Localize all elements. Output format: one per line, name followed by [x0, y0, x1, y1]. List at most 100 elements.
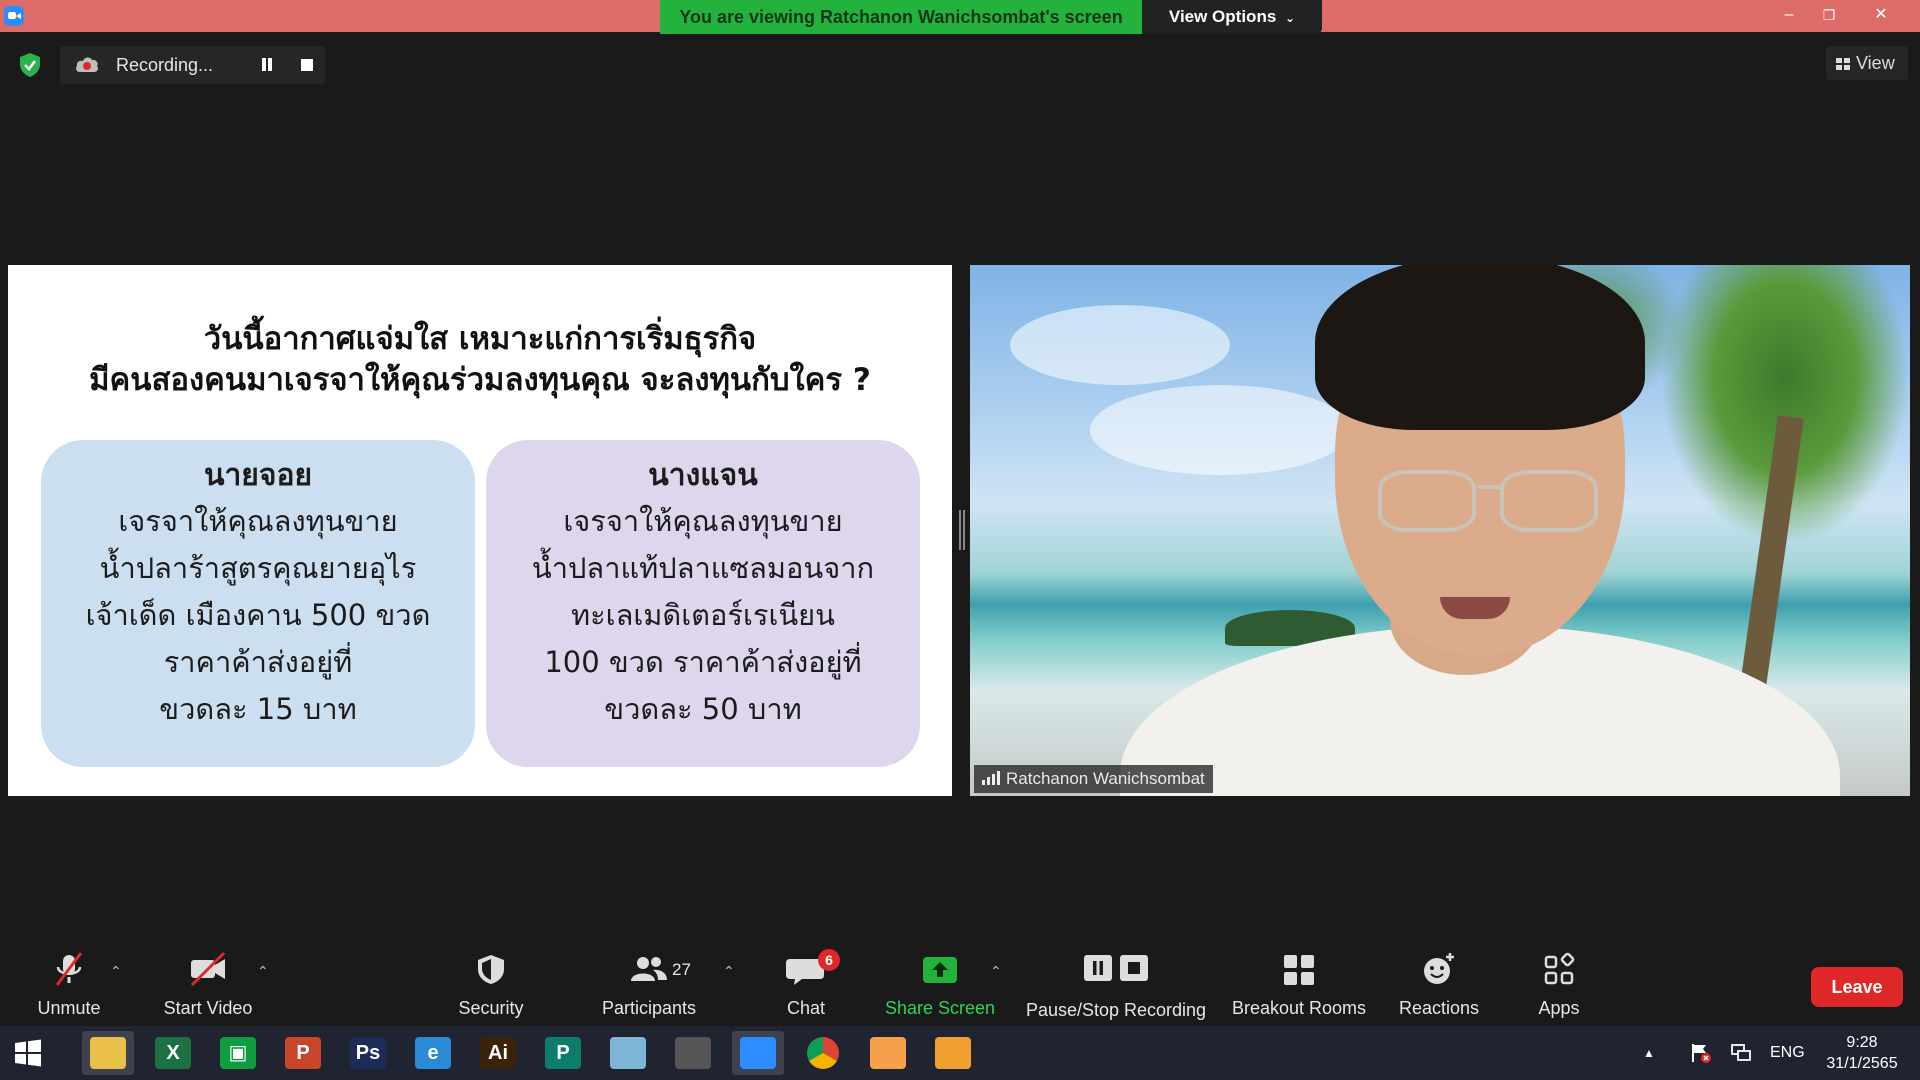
participants-label: Participants	[601, 998, 697, 1018]
participant-glasses	[1500, 470, 1598, 532]
cloud-recording-icon	[76, 57, 98, 72]
taskbar-app-powerpoint[interactable]: P	[277, 1031, 329, 1075]
taskbar-app-zoom[interactable]	[732, 1031, 784, 1075]
taskbar-app-presenter[interactable]	[862, 1031, 914, 1075]
view-label: View	[1856, 53, 1895, 73]
photoshop-icon: Ps	[350, 1037, 386, 1069]
security-shield-icon	[478, 955, 504, 984]
taskbar-app-excel[interactable]: X	[147, 1031, 199, 1075]
participant-name-tag: Ratchanon Wanichsombat	[974, 765, 1213, 793]
apps-button[interactable]: Apps	[1530, 945, 1588, 1026]
security-label: Security	[458, 998, 524, 1018]
participant-mouth	[1440, 597, 1510, 619]
pause-stop-recording-label: Pause/Stop Recording	[1025, 1000, 1207, 1020]
participant-video-tile[interactable]: Ratchanon Wanichsombat	[970, 265, 1910, 796]
card-left-body: เจรจาให้คุณลงทุนขาย น้ำปลาร้าสูตรคุณยายอ…	[41, 498, 475, 733]
card-right-line: ขวดละ 50 บาท	[604, 692, 802, 726]
share-options-caret[interactable]: ⌃	[990, 963, 1002, 979]
clock-date: 31/1/2565	[1826, 1055, 1898, 1072]
card-right-line: 100 ขวด ราคาค้าส่งอยู่ที่	[544, 645, 862, 679]
breakout-rooms-icon	[1284, 955, 1314, 985]
card-left-line: เจรจาให้คุณลงทุนขาย	[118, 504, 398, 538]
split-view-resize-handle[interactable]	[959, 510, 965, 550]
share-screen-label: Share Screen	[884, 998, 996, 1018]
viewing-screen-banner: You are viewing Ratchanon Wanichsombat's…	[660, 0, 1142, 34]
presenter-icon	[870, 1037, 906, 1069]
view-options-button[interactable]: View Options ⌄	[1142, 0, 1322, 34]
zoom-icon	[740, 1037, 776, 1069]
taskbar-app-hotocape[interactable]	[667, 1031, 719, 1075]
start-video-label: Start Video	[163, 998, 253, 1018]
input-language-indicator[interactable]: ENG	[1770, 1026, 1805, 1080]
unmute-button[interactable]: Unmute	[22, 945, 116, 1026]
audio-options-caret[interactable]: ⌃	[110, 963, 122, 979]
security-button[interactable]: Security	[446, 945, 536, 1026]
stop-recording-button[interactable]	[296, 54, 318, 76]
card-right-line: น้ำปลาแท้ปลาแซลมอนจาก	[531, 551, 875, 585]
card-left-name: นายจอย	[203, 458, 313, 493]
video-options-caret[interactable]: ⌃	[257, 963, 269, 979]
taskbar-app-notepad[interactable]	[602, 1031, 654, 1075]
taskbar-app-illustrator[interactable]: Ai	[472, 1031, 524, 1075]
chevron-down-icon: ⌄	[1285, 11, 1296, 25]
participant-hair	[1315, 265, 1645, 430]
taskbar-app-publisher[interactable]: P	[537, 1031, 589, 1075]
reactions-smiley-icon	[1424, 953, 1454, 984]
system-clock[interactable]: 9:28 31/1/2565	[1816, 1032, 1908, 1074]
card-right-body: เจรจาให้คุณลงทุนขาย น้ำปลาแท้ปลาแซลมอนจา…	[486, 498, 920, 733]
breakout-rooms-button[interactable]: Breakout Rooms	[1230, 945, 1368, 1026]
view-options-label: View Options	[1168, 7, 1277, 26]
pause-recording-button[interactable]	[256, 54, 278, 76]
card-right-line: ทะเลเมดิเตอร์เรเนียน	[570, 598, 836, 632]
encryption-shield-icon[interactable]	[18, 52, 42, 78]
unmute-label: Unmute	[37, 998, 101, 1018]
participants-button[interactable]: 27 Participants	[596, 945, 702, 1026]
store-icon: ▣	[220, 1037, 256, 1069]
excel-icon: X	[155, 1037, 191, 1069]
card-left-line: น้ำปลาร้าสูตรคุณยายอุไร	[99, 551, 417, 585]
taskbar-app-photoshop[interactable]: Ps	[342, 1031, 394, 1075]
option-card-right: นางแจน เจรจาให้คุณลงทุนขาย น้ำปลาแท้ปลาแ…	[486, 440, 920, 767]
video-off-icon	[190, 951, 226, 987]
restore-button[interactable]: ❐	[1806, 0, 1852, 32]
card-left-line: ขวดละ 15 บาท	[159, 692, 357, 726]
share-screen-icon	[923, 957, 957, 983]
network-icon[interactable]	[1729, 1042, 1753, 1064]
recording-indicator: Recording...	[60, 46, 325, 84]
chrome-icon	[807, 1037, 839, 1069]
hotocape-icon	[675, 1037, 711, 1069]
illustrator-icon: Ai	[480, 1037, 516, 1069]
chat-button[interactable]: 6 Chat	[780, 945, 840, 1026]
share-screen-button[interactable]: Share Screen	[882, 945, 998, 1026]
close-button[interactable]: ✕	[1858, 0, 1904, 32]
start-video-button[interactable]: Start Video	[150, 945, 266, 1026]
windows-taskbar: X ▣ P Ps e Ai P ▲ ENG 9:28 31/1/2565	[0, 1026, 1920, 1080]
participants-icon	[631, 957, 667, 981]
card-left-line: ราคาค้าส่งอยู่ที่	[163, 645, 353, 679]
reactions-button[interactable]: Reactions	[1396, 945, 1482, 1026]
apps-icon	[1544, 952, 1575, 985]
taskbar-app-camera[interactable]	[927, 1031, 979, 1075]
pause-stop-recording-icon	[1084, 955, 1148, 981]
show-hidden-icons-button[interactable]: ▲	[1643, 1026, 1655, 1080]
zoom-app-icon	[4, 6, 24, 26]
connection-signal-icon	[982, 771, 1000, 785]
reactions-label: Reactions	[1398, 998, 1480, 1018]
participants-options-caret[interactable]: ⌃	[723, 963, 735, 979]
taskbar-app-file-explorer[interactable]	[82, 1031, 134, 1075]
pause-stop-recording-button[interactable]: Pause/Stop Recording	[1024, 945, 1208, 1026]
publisher-icon: P	[545, 1037, 581, 1069]
participant-glasses	[1378, 470, 1476, 532]
action-center-flag-icon[interactable]	[1690, 1042, 1712, 1064]
windows-start-icon[interactable]	[14, 1039, 42, 1067]
participants-count: 27	[672, 960, 691, 979]
chat-unread-badge: 6	[818, 949, 840, 971]
view-layout-button[interactable]: View	[1826, 46, 1908, 80]
card-left-line: เจ้าเด็ด เมืองคาน 500 ขวด	[85, 598, 431, 632]
taskbar-app-chrome[interactable]	[797, 1031, 849, 1075]
taskbar-app-store[interactable]: ▣	[212, 1031, 264, 1075]
taskbar-app-internet-explorer[interactable]: e	[407, 1031, 459, 1075]
card-right-name: นางแจน	[648, 458, 758, 493]
leave-meeting-button[interactable]: Leave	[1811, 967, 1903, 1007]
recording-label: Recording...	[116, 55, 214, 75]
